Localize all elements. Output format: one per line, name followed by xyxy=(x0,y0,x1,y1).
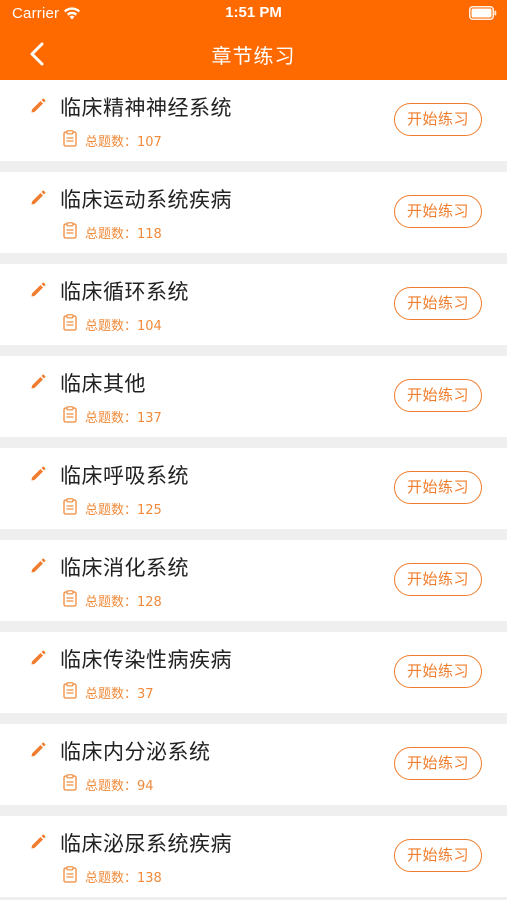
clipboard-icon xyxy=(63,130,77,147)
question-count-label: 总题数：37 xyxy=(85,687,154,702)
start-practice-button[interactable]: 开始练习 xyxy=(394,747,482,780)
pencil-icon xyxy=(31,98,46,113)
question-count-label: 总题数：104 xyxy=(85,319,162,334)
pencil-icon xyxy=(31,558,46,573)
start-practice-button[interactable]: 开始练习 xyxy=(394,655,482,688)
clipboard-icon xyxy=(63,314,77,331)
question-count-label: 总题数：138 xyxy=(85,871,162,886)
clipboard-icon xyxy=(63,222,77,239)
start-practice-button[interactable]: 开始练习 xyxy=(394,103,482,136)
question-count-label: 总题数：137 xyxy=(85,411,162,426)
list-item: 临床消化系统 总题数：128 开始练习 xyxy=(0,540,507,621)
clipboard-icon xyxy=(63,866,77,883)
chapter-title: 临床呼吸系统 xyxy=(60,464,189,488)
start-practice-button[interactable]: 开始练习 xyxy=(394,195,482,228)
chapter-title: 临床循环系统 xyxy=(60,280,189,304)
status-bar: Carrier 1:51 PM xyxy=(0,0,507,28)
pencil-icon xyxy=(31,282,46,297)
chapter-title: 临床运动系统疾病 xyxy=(60,188,232,212)
chapter-title: 临床其他 xyxy=(60,372,146,396)
header: Carrier 1:51 PM 章节练习 xyxy=(0,0,507,80)
page-title: 章节练习 xyxy=(211,44,296,68)
status-time: 1:51 PM xyxy=(225,4,282,21)
nav-bar: 章节练习 xyxy=(0,28,507,80)
pencil-icon xyxy=(31,374,46,389)
chapter-title: 临床内分泌系统 xyxy=(60,740,211,764)
start-practice-button[interactable]: 开始练习 xyxy=(394,563,482,596)
pencil-icon xyxy=(31,466,46,481)
pencil-icon xyxy=(31,834,46,849)
list-item: 临床内分泌系统 总题数：94 开始练习 xyxy=(0,724,507,805)
pencil-icon xyxy=(31,742,46,757)
app-screen: Carrier 1:51 PM 章节练习 临床精神神经系统 总题数：107 开始… xyxy=(0,0,507,900)
list-item: 临床其他 总题数：137 开始练习 xyxy=(0,356,507,437)
clipboard-icon xyxy=(63,590,77,607)
list-item: 临床传染性病疾病 总题数：37 开始练习 xyxy=(0,632,507,713)
question-count-label: 总题数：118 xyxy=(85,227,162,242)
clipboard-icon xyxy=(63,682,77,699)
chapter-list: 临床精神神经系统 总题数：107 开始练习 临床运动系统疾病 总题数：118 开… xyxy=(0,80,507,900)
start-practice-button[interactable]: 开始练习 xyxy=(394,379,482,412)
question-count-label: 总题数：128 xyxy=(85,595,162,610)
chapter-title: 临床泌尿系统疾病 xyxy=(60,832,232,856)
list-item: 临床循环系统 总题数：104 开始练习 xyxy=(0,264,507,345)
battery-icon xyxy=(469,6,497,20)
pencil-icon xyxy=(31,190,46,205)
question-count-label: 总题数：94 xyxy=(85,779,154,794)
list-item: 临床精神神经系统 总题数：107 开始练习 xyxy=(0,80,507,161)
list-item: 临床运动系统疾病 总题数：118 开始练习 xyxy=(0,172,507,253)
clipboard-icon xyxy=(63,498,77,515)
start-practice-button[interactable]: 开始练习 xyxy=(394,287,482,320)
clipboard-icon xyxy=(63,406,77,423)
question-count-label: 总题数：125 xyxy=(85,503,162,518)
start-practice-button[interactable]: 开始练习 xyxy=(394,471,482,504)
clipboard-icon xyxy=(63,774,77,791)
chapter-title: 临床传染性病疾病 xyxy=(60,648,232,672)
chapter-title: 临床消化系统 xyxy=(60,556,189,580)
list-item: 临床呼吸系统 总题数：125 开始练习 xyxy=(0,448,507,529)
start-practice-button[interactable]: 开始练习 xyxy=(394,839,482,872)
chapter-title: 临床精神神经系统 xyxy=(60,96,232,120)
pencil-icon xyxy=(31,650,46,665)
list-item: 临床泌尿系统疾病 总题数：138 开始练习 xyxy=(0,816,507,897)
question-count-label: 总题数：107 xyxy=(85,135,162,150)
